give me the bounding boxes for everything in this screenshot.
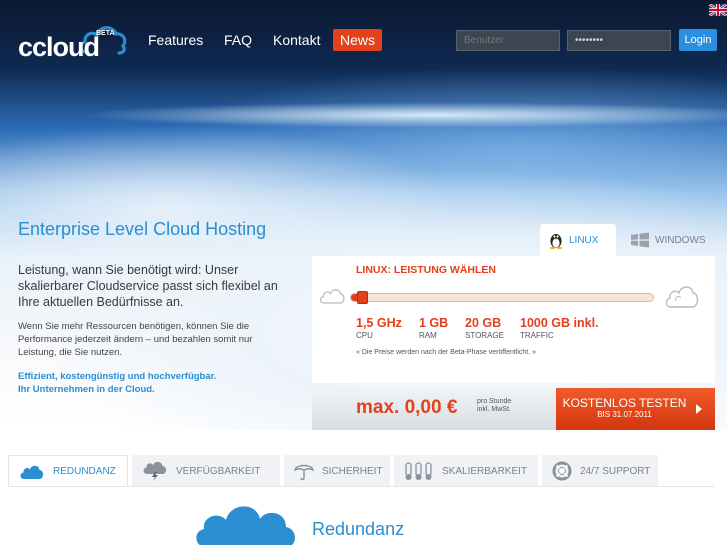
- username-input[interactable]: [456, 30, 560, 51]
- performance-slider[interactable]: [350, 291, 654, 304]
- storm-cloud-icon: [143, 461, 167, 481]
- tab-verfuegbarkeit[interactable]: VERFÜGBARKEIT: [132, 455, 280, 487]
- nav-kontakt[interactable]: Kontakt: [273, 32, 320, 48]
- hero-body-text: Wenn Sie mehr Ressourcen benötigen, könn…: [18, 321, 253, 358]
- price-value: max. 0,00 €: [356, 397, 458, 418]
- slider-handle[interactable]: [357, 291, 368, 304]
- uk-flag-icon[interactable]: [709, 4, 727, 16]
- spec-cpu-label: CPU: [356, 331, 373, 340]
- tab-linux[interactable]: LINUX: [540, 224, 616, 256]
- spec-traffic: 1000 GB inkl. TRAFFIC: [520, 316, 599, 340]
- small-cloud-icon: [319, 289, 345, 304]
- spec-storage-value: 20 GB: [465, 316, 502, 330]
- price-unit-line1: pro Stunde: [477, 398, 512, 405]
- tab-linux-label: LINUX: [569, 234, 599, 246]
- nav-features[interactable]: Features: [148, 32, 203, 48]
- pricing-note: « Die Preise werden nach der Beta-Phase …: [356, 349, 537, 356]
- logo-beta-badge: BETA: [96, 30, 115, 37]
- tux-icon: [549, 234, 563, 249]
- ccloud-logo[interactable]: ccloud BETA: [16, 22, 128, 68]
- windows-icon: [631, 232, 649, 248]
- redundanz-cloud-icon: [196, 506, 295, 545]
- spec-ram: 1 GB RAM: [419, 316, 448, 340]
- tab-windows-label: WINDOWS: [655, 234, 706, 246]
- hero-title: Enterprise Level Cloud Hosting: [18, 219, 267, 239]
- nav-news[interactable]: News: [333, 29, 383, 51]
- os-tabs: LINUX WINDOWS: [540, 224, 727, 256]
- config-title: LINUX: LEISTUNG WÄHLEN: [356, 264, 496, 276]
- price-unit-line2: inkl. MwSt.: [477, 406, 511, 413]
- password-input[interactable]: [567, 30, 671, 51]
- cloud-icon: [20, 465, 44, 479]
- hero-tagline-line1: Effizient, kostengünstig und hochverfügb…: [18, 371, 217, 382]
- spec-traffic-value: 1000 GB inkl.: [520, 316, 599, 330]
- tab-redundanz[interactable]: REDUNDANZ: [8, 455, 128, 487]
- tab-verfuegbarkeit-label: VERFÜGBARKEIT: [176, 465, 261, 477]
- spec-storage-label: STORAGE: [465, 331, 504, 340]
- cta-sub-label: BIS 31.07.2011: [597, 410, 652, 419]
- hero-tagline-line2: Ihr Unternehmen in der Cloud.: [18, 384, 155, 395]
- hero-tagline: Effizient, kostengünstig und hochverfügb…: [18, 370, 278, 396]
- lifebuoy-icon: [552, 461, 572, 481]
- price-unit: pro Stunde inkl. MwSt.: [477, 398, 511, 414]
- tab-skalierbarkeit[interactable]: SKALIERBARKEIT: [394, 455, 538, 487]
- tab-sicherheit-label: SICHERHEIT: [322, 465, 383, 477]
- feature-title: Redundanz: [312, 519, 405, 539]
- config-panel: LINUX: LEISTUNG WÄHLEN 1,5 GHz CPU 1 GB …: [312, 256, 715, 383]
- nav-faq[interactable]: FAQ: [224, 32, 252, 48]
- spec-cpu: 1,5 GHz CPU: [356, 316, 402, 340]
- tab-sicherheit[interactable]: SICHERHEIT: [284, 455, 390, 487]
- feature-tabs-divider: [8, 486, 714, 487]
- tab-skalierbarkeit-label: SKALIERBARKEIT: [442, 465, 528, 477]
- spec-traffic-label: TRAFFIC: [520, 331, 554, 340]
- tab-support-label: 24/7 SUPPORT: [580, 465, 651, 477]
- logo-text: ccloud: [18, 32, 100, 62]
- arrow-right-icon: [696, 404, 702, 414]
- price-bar: max. 0,00 € pro Stunde inkl. MwSt. KOSTE…: [312, 388, 715, 430]
- free-trial-button[interactable]: KOSTENLOS TESTEN BIS 31.07.2011: [556, 388, 715, 430]
- spec-ram-label: RAM: [419, 331, 437, 340]
- cta-main-label: KOSTENLOS TESTEN: [562, 396, 687, 410]
- tab-windows[interactable]: WINDOWS: [622, 224, 727, 256]
- hero-lead-text: Leistung, wann Sie benötigt wird: Unser …: [18, 263, 278, 309]
- tab-redundanz-label: REDUNDANZ: [53, 466, 116, 477]
- tab-support[interactable]: 24/7 SUPPORT: [542, 455, 658, 487]
- umbrella-icon: [294, 464, 314, 481]
- large-cloud-icon: [665, 286, 699, 308]
- login-button[interactable]: Login: [679, 29, 717, 51]
- feature-tabs: REDUNDANZ VERFÜGBARKEIT SICHERHEIT SKALI…: [8, 455, 658, 487]
- spec-storage: 20 GB STORAGE: [465, 316, 504, 340]
- thermometer-icon: [405, 462, 432, 480]
- spec-cpu-value: 1,5 GHz: [356, 316, 402, 330]
- spec-ram-value: 1 GB: [419, 316, 449, 330]
